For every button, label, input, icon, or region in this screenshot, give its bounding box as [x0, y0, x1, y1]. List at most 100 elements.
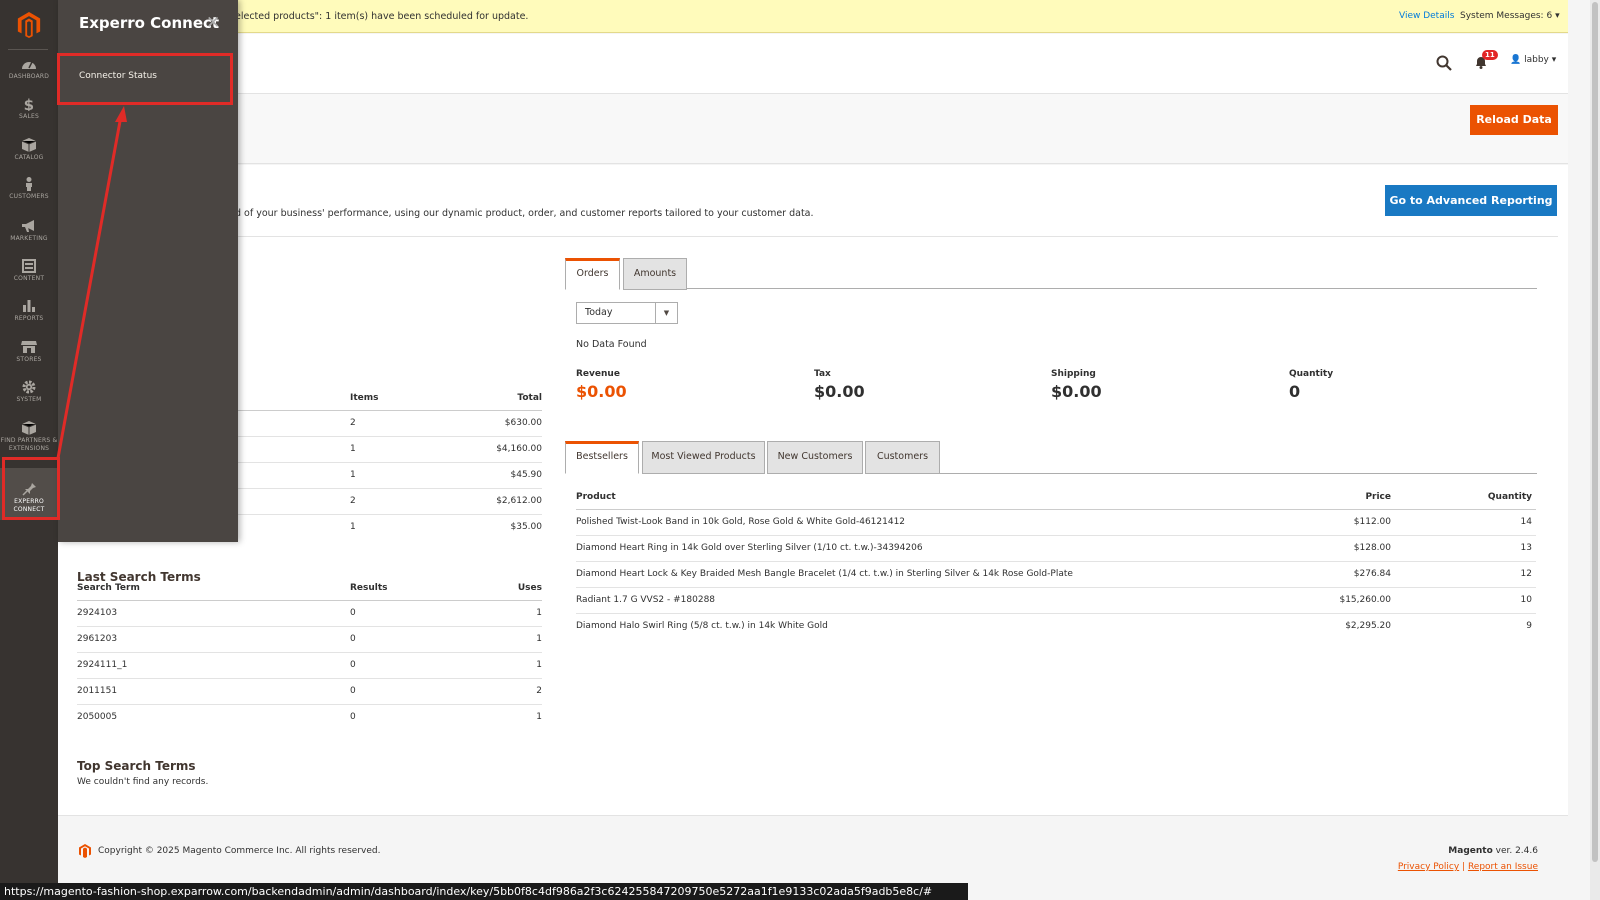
search-results: 0	[350, 626, 467, 653]
nav-item-reports[interactable]: REPORTS	[0, 299, 58, 329]
period-select[interactable]: Today ▼	[576, 302, 678, 324]
bestsellers-table: Product Price Quantity Polished Twist-Lo…	[576, 485, 1536, 639]
order-total: $2,612.00	[423, 488, 542, 515]
column-header-product: Product	[576, 485, 1271, 510]
store-icon	[21, 341, 37, 353]
tab-amounts[interactable]: Amounts	[623, 258, 687, 290]
order-total: $4,160.00	[423, 436, 542, 463]
order-items: 2	[350, 410, 424, 437]
nav-item-catalog[interactable]: CATALOG	[0, 138, 58, 168]
search-results: 0	[350, 652, 467, 679]
last-search-terms-table: Search Term Results Uses 2924103 0 1 29612…	[77, 576, 542, 730]
product-quantity: 9	[1526, 621, 1532, 632]
tab-customers[interactable]: Customers	[865, 441, 940, 474]
nav-item-sales[interactable]: $ SALES	[0, 97, 58, 127]
close-icon[interactable]: ✕	[206, 13, 220, 33]
search-results: 0	[350, 712, 356, 723]
tab-divider	[687, 288, 1537, 289]
nav-item-customers[interactable]: CUSTOMERS	[0, 177, 58, 207]
product-name: Diamond Halo Swirl Ring (5/8 ct. t.w.) i…	[576, 621, 828, 632]
chevron-down-icon: ▼	[655, 303, 677, 323]
product-quantity: 10	[1391, 587, 1536, 614]
column-header-price: Price	[1271, 485, 1391, 510]
order-total: $45.90	[423, 462, 542, 489]
total-value: 0	[1289, 382, 1301, 401]
nav-label: DASHBOARD	[8, 73, 50, 80]
tab-bestsellers[interactable]: Bestsellers	[565, 441, 639, 474]
column-header-quantity: Quantity	[1391, 485, 1536, 510]
search-uses: 1	[466, 652, 542, 679]
product-name: Diamond Heart Lock & Key Braided Mesh Ba…	[576, 561, 1271, 588]
search-term: 2050005	[77, 712, 118, 723]
product-price: $15,260.00	[1271, 587, 1391, 614]
table-row[interactable]: 2924111_1 0 1	[77, 652, 542, 679]
total-value: $0.00	[814, 382, 865, 401]
tab-most-viewed[interactable]: Most Viewed Products	[642, 441, 765, 474]
system-messages-toggle[interactable]: System Messages: 6 ▾	[1460, 11, 1560, 21]
tab-orders[interactable]: Orders	[565, 258, 620, 290]
product-price: $2,295.20	[1345, 621, 1391, 632]
page-scrollbar[interactable]	[1590, 0, 1600, 900]
page-header: 11 👤 labby ▾	[58, 34, 1568, 94]
magento-logo-icon[interactable]	[16, 12, 42, 38]
table-row[interactable]: 2961203 0 1	[77, 626, 542, 653]
top-search-empty-message: We couldn't find any records.	[77, 777, 209, 787]
search-uses: 1	[536, 712, 542, 723]
search-term: 2011151	[77, 678, 350, 705]
table-row[interactable]: Diamond Heart Lock & Key Braided Mesh Ba…	[576, 561, 1536, 588]
caret-down-icon: ▾	[1555, 11, 1560, 21]
nav-label: STORES	[16, 356, 42, 363]
column-header-results: Results	[350, 576, 467, 601]
view-details-link[interactable]: View Details	[1399, 11, 1454, 21]
total-tax: Tax $0.00	[814, 369, 865, 401]
table-row[interactable]: Radiant 1.7 G VVS2 - #180288 $15,260.00 10	[576, 587, 1536, 614]
nav-item-system[interactable]: SYSTEM	[0, 380, 58, 410]
tab-divider	[940, 473, 1537, 474]
nav-item-dashboard[interactable]: DASHBOARD	[0, 57, 58, 87]
megaphone-icon	[22, 220, 34, 232]
order-items: 2	[350, 488, 424, 515]
table-row[interactable]: Diamond Heart Ring in 14k Gold over Ster…	[576, 535, 1536, 562]
reload-data-button[interactable]: Reload Data	[1470, 105, 1558, 135]
search-icon[interactable]	[1436, 55, 1452, 71]
total-label: Tax	[814, 369, 831, 379]
advanced-reporting-label: Go to Advanced Reporting	[1389, 194, 1553, 207]
no-data-message: No Data Found	[576, 339, 647, 350]
privacy-policy-link[interactable]: Privacy Policy	[1398, 862, 1459, 872]
table-row[interactable]: 2050005 0 1	[77, 704, 542, 730]
search-term: 2961203	[77, 626, 350, 653]
search-uses: 1	[466, 626, 542, 653]
bar-chart-icon	[23, 300, 35, 312]
notice-message: elected products": 1 item(s) have been s…	[235, 11, 529, 22]
product-quantity: 14	[1391, 509, 1536, 536]
search-uses: 2	[466, 678, 542, 705]
flyout-title: Experro Connect	[79, 14, 220, 32]
notification-count-badge: 11	[1482, 50, 1498, 60]
nav-item-stores[interactable]: STORES	[0, 340, 58, 370]
order-total: $35.00	[510, 522, 543, 533]
total-revenue: Revenue $0.00	[576, 369, 627, 401]
nav-label: CATALOG	[14, 154, 44, 161]
product-name: Polished Twist-Look Band in 10k Gold, Ro…	[576, 509, 1271, 536]
nav-label: FIND PARTNERS & EXTENSIONS	[0, 437, 58, 452]
user-menu[interactable]: 👤 labby ▾	[1510, 55, 1556, 65]
report-issue-link[interactable]: Report an Issue	[1468, 862, 1538, 872]
table-row[interactable]: 2011151 0 2	[77, 678, 542, 705]
table-row[interactable]: Diamond Halo Swirl Ring (5/8 ct. t.w.) i…	[576, 613, 1536, 639]
dollar-icon: $	[24, 97, 34, 111]
table-row[interactable]: 2924103 0 1	[77, 600, 542, 627]
nav-label: MARKETING	[10, 235, 48, 242]
admin-sidebar: DASHBOARD $ SALES CATALOG CUSTOMERS MARK…	[0, 0, 58, 900]
advanced-reporting-button[interactable]: Go to Advanced Reporting ⧉	[1385, 185, 1557, 236]
nav-item-marketing[interactable]: MARKETING	[0, 219, 58, 249]
tab-new-customers[interactable]: New Customers	[767, 441, 863, 474]
table-row[interactable]: Polished Twist-Look Band in 10k Gold, Ro…	[576, 509, 1536, 536]
version-number: ver. 2.4.6	[1492, 846, 1538, 856]
nav-item-content[interactable]: CONTENT	[0, 259, 58, 289]
page-actions-bar: Reload Data	[58, 94, 1568, 164]
scrollbar-thumb[interactable]	[1592, 2, 1598, 862]
nav-item-find-partners[interactable]: FIND PARTNERS & EXTENSIONS	[0, 421, 58, 459]
product-price: $112.00	[1271, 509, 1391, 536]
column-header-uses: Uses	[466, 576, 542, 601]
box-icon	[21, 138, 37, 152]
